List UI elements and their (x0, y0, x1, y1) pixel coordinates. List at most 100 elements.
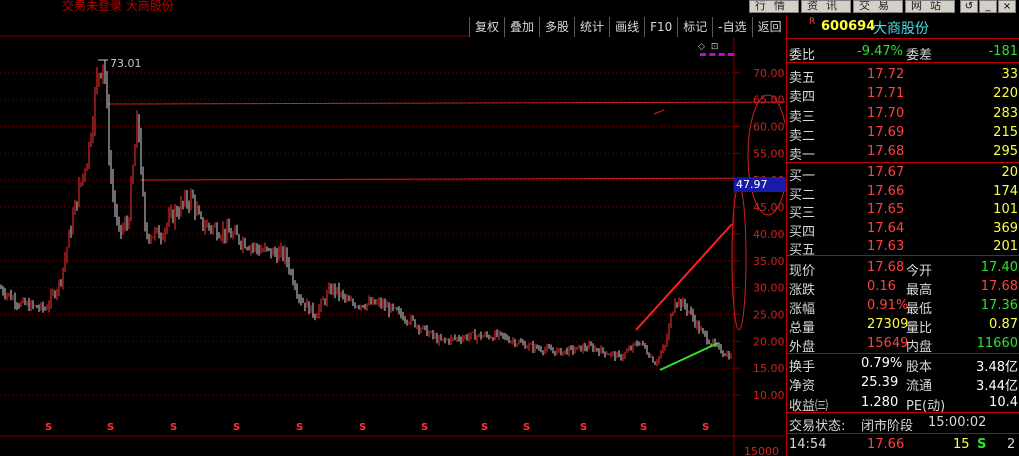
bid-row[interactable]: 买四 17.64 369 (787, 219, 1019, 240)
tab-zixun[interactable]: 资讯 (801, 0, 851, 13)
ask-volume: 220 (993, 86, 1018, 102)
signal-s-marker: S (481, 422, 488, 433)
fundamental-row[interactable]: 净资 25.39 流通 3.44亿 (787, 373, 1019, 395)
bid-volume: 369 (993, 220, 1018, 236)
ask-label: 卖三 (789, 109, 816, 125)
stat-row[interactable]: 总量 27309 量比 0.87 (787, 315, 1019, 336)
drawn-line-65 (107, 101, 785, 105)
box-icon[interactable]: ⊡ (711, 42, 719, 52)
ask-label: 卖二 (789, 128, 816, 144)
ask-volume: 215 (993, 124, 1018, 140)
fund-value: 1.280 (861, 394, 899, 410)
y-tick-label: 25.00 (753, 308, 785, 321)
tick-time: 14:54 (789, 437, 827, 452)
tab-hangqing[interactable]: 行情 (749, 0, 799, 13)
bid-volume: 174 (993, 183, 1018, 199)
bid-volume: 20 (1001, 165, 1018, 180)
kline-chart[interactable]: 70.0065.0060.0055.0050.0045.0040.0035.00… (0, 0, 785, 456)
fundamental-row[interactable]: 换手 0.79% 股本 3.48亿 (787, 354, 1019, 375)
bid-row[interactable]: 买三 17.65 101 (787, 200, 1019, 221)
minimize-icon[interactable]: _ (979, 0, 997, 13)
ask-row[interactable]: 卖五 17.72 33 (787, 65, 1019, 86)
weibi-value: -9.47% (857, 44, 903, 59)
ask-row[interactable]: 卖一 17.68 295 (787, 142, 1019, 163)
tab-wangzhan[interactable]: 网站 (905, 0, 955, 13)
stat-value: 0.16 (867, 278, 896, 294)
tick-row[interactable]: 14:54 17.66 15 S 2 (787, 435, 1019, 454)
stock-code[interactable]: 600694 (821, 19, 875, 34)
refresh-icon[interactable]: ↺ (960, 0, 978, 13)
bid-row[interactable]: 买二 17.66 174 (787, 182, 1019, 203)
divider (787, 62, 1019, 63)
signal-s-marker: S (702, 422, 709, 433)
y-tick-label: 70.00 (753, 67, 785, 80)
y-tick-label: 40.00 (753, 228, 785, 241)
high-price-label: 73.01 (110, 57, 142, 70)
fund-label: 换手 (789, 360, 816, 375)
stat-value: 0.91% (867, 297, 909, 313)
stat-value: 17.36 (980, 297, 1018, 313)
fundamental-row[interactable]: 收益㈢ 1.280 PE(动) 10.4 (787, 393, 1019, 414)
fund-value: 10.4 (989, 394, 1018, 410)
f10-button[interactable]: F10 (644, 17, 678, 37)
close-icon[interactable]: × (998, 0, 1016, 13)
back-button[interactable]: 返回 (751, 17, 787, 37)
weicha-label: 委差 (906, 48, 933, 63)
signal-s-marker: S (421, 422, 428, 433)
stat-row[interactable]: 现价 17.68 今开 17.40 (787, 258, 1019, 279)
overlay-button[interactable]: 叠加 (504, 17, 540, 37)
y-tick-label: 15.00 (753, 362, 785, 375)
stat-row[interactable]: 涨跌 0.16 最高 17.68 (787, 277, 1019, 298)
stat-value: 0.87 (989, 316, 1018, 332)
ask-row[interactable]: 卖三 17.70 283 (787, 104, 1019, 125)
diamond-icon[interactable]: ◇ (698, 42, 705, 52)
remove-watchlist-button[interactable]: -自选 (712, 17, 752, 37)
weibi-row: 委比 -9.47% 委差 -181 (787, 42, 1019, 63)
y-tick-label: 10.00 (753, 389, 785, 402)
stat-row[interactable]: 涨幅 0.91% 最低 17.36 (787, 296, 1019, 317)
tab-jiaoyi[interactable]: 交易 (853, 0, 903, 13)
divider (787, 38, 1019, 39)
fund-value: 0.79% (861, 356, 903, 371)
fund-label: 净资 (789, 379, 816, 395)
window-title: 交易未登录 大商股份 (62, 0, 174, 13)
ask-price: 17.71 (867, 86, 905, 102)
stats-button[interactable]: 统计 (574, 17, 610, 37)
y-tick-label: 30.00 (753, 282, 785, 295)
fund-label: 流通 (906, 379, 933, 395)
weibi-label: 委比 (789, 48, 816, 63)
volume-tick-label: 15000 (744, 445, 779, 456)
chart-toolbar: 复权 叠加 多股 统计 画线 F10 标记 -自选 返回 (469, 17, 787, 37)
stock-name[interactable]: 大商股份 (873, 18, 929, 38)
fuquan-button[interactable]: 复权 (469, 17, 505, 37)
ask-row[interactable]: 卖二 17.69 215 (787, 123, 1019, 144)
signal-s-marker: S (580, 422, 587, 433)
stat-row[interactable]: 外盘 15649 内盘 11660 (787, 334, 1019, 355)
fund-label: 收益㈢ (789, 398, 829, 414)
fund-value: 3.44亿 (976, 379, 1018, 395)
tick-price: 17.66 (867, 437, 905, 452)
stat-label: 外盘 (789, 339, 816, 355)
r-mark: R (809, 17, 816, 27)
bid-volume: 201 (993, 239, 1018, 255)
signal-s-marker: S (233, 422, 240, 433)
ask-row[interactable]: 卖四 17.71 220 (787, 84, 1019, 106)
bid-price: 17.63 (867, 239, 905, 255)
y-tick-label: 35.00 (753, 255, 785, 268)
draw-line-button[interactable]: 画线 (609, 17, 645, 37)
ask-label: 卖四 (789, 90, 816, 106)
stat-value: 17.40 (980, 260, 1018, 275)
y-tick-label: 60.00 (753, 121, 785, 134)
mark-button[interactable]: 标记 (677, 17, 713, 37)
divider (787, 255, 1019, 256)
bid-row[interactable]: 买五 17.63 201 (787, 237, 1019, 258)
top-nav: 行情 资讯 交易 网站 ↺ _ × (747, 0, 1016, 13)
indicator-dashes (700, 53, 734, 56)
bid-row[interactable]: 买一 17.67 20 (787, 163, 1019, 184)
quote-panel: R 600694 大商股份 委比 -9.47% 委差 -181 卖五 17.72 3… (786, 15, 1019, 456)
ask-price: 17.72 (867, 67, 905, 82)
fund-label: PE(动) (906, 398, 946, 414)
multi-stock-button[interactable]: 多股 (539, 17, 575, 37)
y-tick-label: 65.00 (753, 94, 785, 107)
stat-value: 17.68 (867, 260, 905, 275)
